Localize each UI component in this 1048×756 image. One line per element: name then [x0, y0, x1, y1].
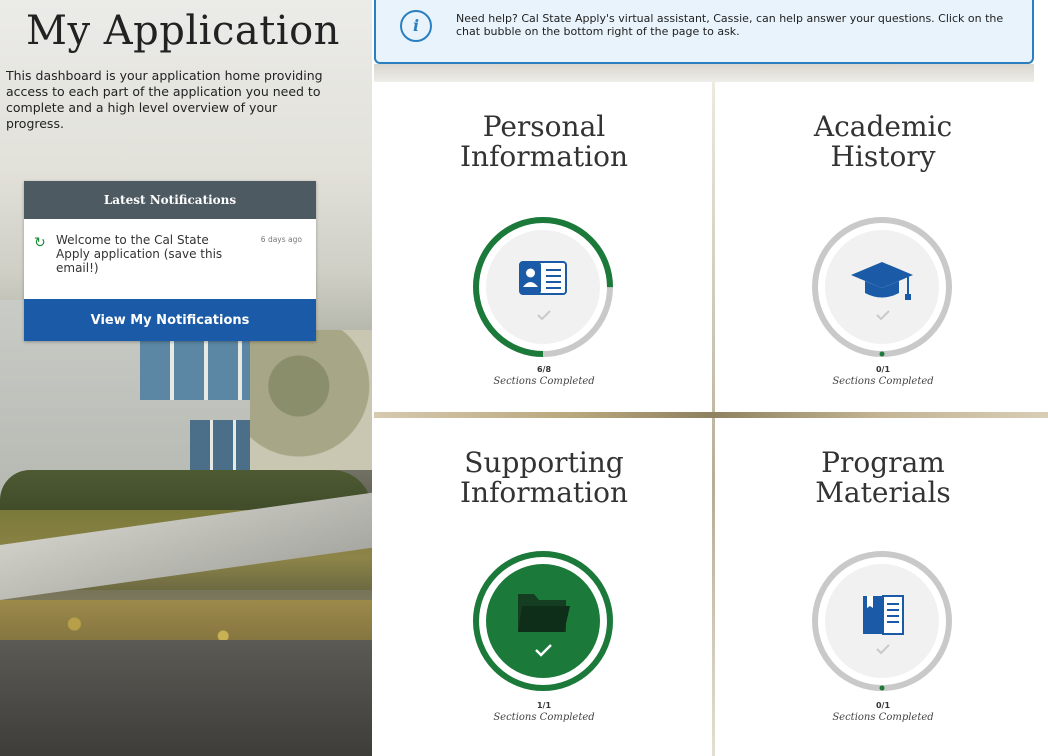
card-title: Personal Information — [459, 110, 629, 173]
card-supporting-information[interactable]: Supporting Information 1/1 Sections Compl… — [376, 418, 712, 756]
card-title: Supporting Information — [459, 446, 629, 509]
progress-start-dot — [879, 685, 885, 691]
tree-canopy — [250, 330, 372, 470]
notification-item[interactable]: ↻ Welcome to the Cal State Apply applica… — [24, 219, 316, 295]
notification-time: 6 days ago — [260, 235, 302, 244]
progress-ring — [812, 217, 952, 357]
banner-shadow — [374, 64, 1034, 82]
progress-ring — [473, 217, 613, 357]
building-windows — [140, 340, 250, 400]
id-card-icon — [519, 261, 567, 295]
card-title: Academic History — [813, 110, 953, 173]
help-text: Need help? Cal State Apply's virtual ass… — [456, 12, 1004, 38]
notifications-header: Latest Notifications — [24, 181, 316, 219]
sections-count: 6/8 — [536, 365, 552, 374]
page-title: My Application — [26, 8, 340, 54]
card-academic-history[interactable]: Academic History 0/1 Sections Completed — [715, 82, 1048, 412]
sections-count: 1/1 — [536, 701, 552, 710]
sections-count: 0/1 — [875, 701, 891, 710]
sections-count: 0/1 — [875, 365, 891, 374]
card-title: Program Materials — [815, 446, 951, 509]
book-icon — [863, 595, 904, 635]
progress-ring — [473, 551, 613, 691]
view-notifications-button[interactable]: View My Notifications — [24, 299, 316, 341]
sections-caption: Sections Completed — [832, 712, 934, 723]
notifications-panel: Latest Notifications ↻ Welcome to the Ca… — [24, 181, 316, 341]
page-intro: This dashboard is your application home … — [6, 68, 323, 131]
refresh-arrow-icon: ↻ — [34, 235, 46, 251]
road — [0, 640, 372, 756]
help-banner: i Need help? Cal State Apply's virtual a… — [374, 0, 1034, 64]
sections-caption: Sections Completed — [493, 712, 595, 723]
sections-caption: Sections Completed — [493, 376, 595, 387]
progress-start-dot — [879, 351, 885, 357]
progress-ring — [812, 551, 952, 691]
notification-text: Welcome to the Cal State Apply applicati… — [56, 233, 223, 275]
info-icon: i — [400, 10, 432, 42]
card-personal-information[interactable]: Personal Information 6/8 Sections Complet… — [376, 82, 712, 412]
sections-caption: Sections Completed — [832, 376, 934, 387]
card-program-materials[interactable]: Program Materials 0/1 Sections Completed — [715, 418, 1048, 756]
